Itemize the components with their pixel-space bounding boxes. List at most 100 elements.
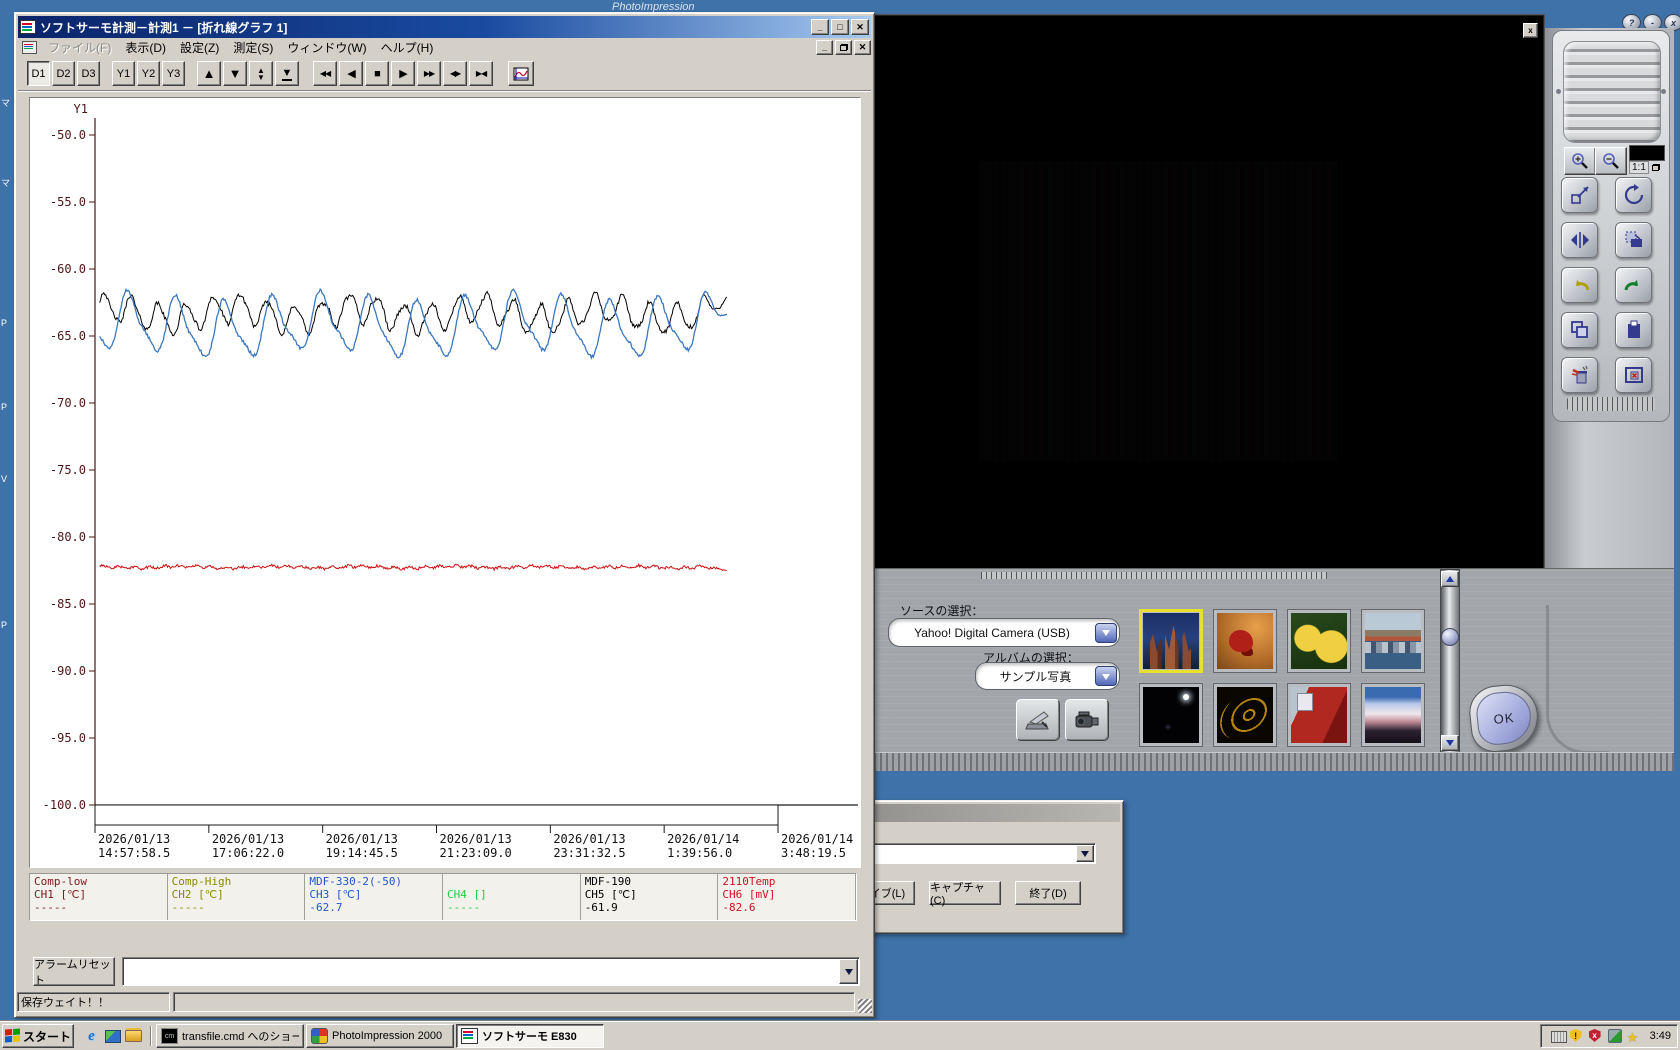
thumbnail-desert-spires[interactable] <box>1139 609 1203 673</box>
toolbar-y2-button[interactable]: Y2 <box>137 61 160 86</box>
album-select-combo[interactable]: サンプル写真 <box>975 662 1120 690</box>
desktop-icon-fragment[interactable]: P <box>1 402 13 412</box>
ratio-1-1-label[interactable]: 1:1 <box>1629 161 1649 174</box>
up-arrow-button[interactable]: ▲ <box>197 61 221 86</box>
resize-button[interactable] <box>1561 177 1598 213</box>
album-combo-arrow-icon[interactable] <box>1095 666 1117 686</box>
channel-value: ----- <box>447 901 576 914</box>
zoom-out-icon <box>1601 151 1621 171</box>
line-graph-view-button[interactable] <box>508 61 534 86</box>
maximize-button[interactable]: □ <box>831 19 849 35</box>
folder-icon[interactable] <box>125 1028 142 1044</box>
undo-button[interactable] <box>1561 267 1598 303</box>
toolbar-y3-button[interactable]: Y3 <box>162 61 185 86</box>
thumbnail-harbor-village[interactable] <box>1361 609 1425 673</box>
crop-selection-button[interactable] <box>1615 222 1652 258</box>
child-close-button[interactable]: ✕ <box>854 40 871 55</box>
expand-range-button[interactable]: ◀▶ <box>443 61 467 86</box>
thumbnail-night-sky[interactable] <box>1139 683 1203 747</box>
y-tick-label: -50.0 <box>50 128 86 142</box>
child-minimize-button[interactable]: _ <box>816 40 833 55</box>
desktop-icon-fragment[interactable]: マ <box>1 176 13 189</box>
thumbnail-cardinal-bird[interactable] <box>1213 609 1277 673</box>
desktop-icon-fragment[interactable]: P <box>1 318 13 328</box>
exit-button[interactable]: 終了(D) <box>1015 881 1081 905</box>
toolbar-y1-button[interactable]: Y1 <box>112 61 135 86</box>
redo-button[interactable] <box>1615 267 1652 303</box>
alarm-combo[interactable] <box>122 957 860 986</box>
scanner-acquire-button[interactable] <box>1016 699 1060 741</box>
measurement-titlebar[interactable]: ソフトサーモ計測－計測1 － [折れ線グラフ 1] _ □ ✕ <box>18 16 871 38</box>
clipboard-button[interactable] <box>1615 312 1652 348</box>
thumbnail-sunset-clouds[interactable] <box>1361 683 1425 747</box>
scroll-knob[interactable] <box>1441 628 1459 646</box>
child-system-icon[interactable] <box>22 41 37 54</box>
thumbnail-ship-flag[interactable] <box>1287 683 1351 747</box>
ok-button[interactable]: OK <box>1467 682 1542 755</box>
shield-warning-icon[interactable]: ! <box>1570 1029 1585 1043</box>
desktop-icon-fragment[interactable]: V <box>1 474 13 484</box>
task-button-2[interactable]: ソフトサーモ E830 <box>456 1024 604 1048</box>
scroll-down-icon[interactable] <box>1441 735 1459 751</box>
camera-preview-area: x <box>828 14 1545 570</box>
step-back-button[interactable]: ◀ <box>339 61 363 86</box>
resize-grip[interactable] <box>858 999 872 1013</box>
frame-close-button[interactable] <box>1615 357 1652 393</box>
delete-button[interactable] <box>1561 357 1598 393</box>
mail-icon[interactable] <box>104 1028 121 1044</box>
legend-channel-1: Comp-lowCH1 [℃]----- <box>30 874 168 920</box>
copy-button[interactable] <box>1561 312 1598 348</box>
toolbar-d2-button[interactable]: D2 <box>52 61 75 86</box>
ie-icon[interactable]: e <box>83 1028 100 1044</box>
start-button[interactable]: スタート <box>2 1024 74 1048</box>
rotate-button[interactable] <box>1615 177 1652 213</box>
menu-item-5[interactable]: ヘルプ(H) <box>374 37 441 58</box>
task-button-1[interactable]: PhotoImpression 2000 <box>306 1024 454 1048</box>
time-range-box[interactable] <box>95 805 778 825</box>
up-down-arrows-button[interactable]: ▲▼ <box>249 61 273 86</box>
capture-combo-arrow-icon[interactable] <box>1076 845 1094 862</box>
alarm-reset-button[interactable]: アラームリセット <box>33 957 115 986</box>
menu-item-1[interactable]: 表示(D) <box>118 37 173 58</box>
keyboard-icon[interactable] <box>1551 1029 1566 1043</box>
zoom-in-button[interactable] <box>1564 147 1596 175</box>
camcorder-acquire-button[interactable] <box>1065 699 1109 741</box>
channel-id: CH5 [℃] <box>585 888 714 901</box>
thumbnail-yellow-flowers[interactable] <box>1287 609 1351 673</box>
alarm-combo-arrow-icon[interactable] <box>839 959 858 984</box>
rewind-button[interactable]: ◀◀ <box>313 61 337 86</box>
menu-item-3[interactable]: 測定(S) <box>226 37 280 58</box>
toolbar-d3-button[interactable]: D3 <box>77 61 100 86</box>
toolbar-d1-button[interactable]: D1 <box>27 61 50 86</box>
fit-window-icon[interactable] <box>1652 164 1660 171</box>
close-button[interactable]: ✕ <box>851 19 869 35</box>
thumbnail-light-spiral[interactable] <box>1213 683 1277 747</box>
zoom-out-button[interactable] <box>1595 147 1627 175</box>
source-select-label: ソースの選択： <box>900 602 983 619</box>
collapse-range-button[interactable]: ▶◀ <box>469 61 493 86</box>
capture-button[interactable]: キャプチャ(C) <box>929 881 1001 905</box>
softthermo-icon <box>461 1028 478 1044</box>
preview-close-icon[interactable]: x <box>1523 23 1538 38</box>
flip-horizontal-button[interactable] <box>1561 222 1598 258</box>
ok-button-label: OK <box>1493 709 1515 726</box>
child-restore-button[interactable] <box>835 40 852 55</box>
fast-forward-button[interactable]: ▶▶ <box>417 61 441 86</box>
menu-item-4[interactable]: ウィンドウ(W) <box>280 37 373 58</box>
down-arrow-button[interactable]: ▼ <box>223 61 247 86</box>
desktop-icon-fragment[interactable]: マ <box>1 96 13 109</box>
source-select-combo[interactable]: Yahoo! Digital Camera (USB) <box>888 618 1120 647</box>
play-button[interactable]: ▶ <box>391 61 415 86</box>
scroll-up-icon[interactable] <box>1441 571 1459 587</box>
thumbnail-scrollbar[interactable] <box>1440 569 1460 753</box>
update-icon[interactable] <box>1608 1029 1623 1043</box>
source-combo-arrow-icon[interactable] <box>1095 623 1117 643</box>
star-icon[interactable]: ★ <box>1627 1029 1642 1043</box>
task-button-0[interactable]: cmtransfile.cmd へのショート... <box>156 1024 304 1048</box>
down-to-line-button[interactable]: ▼ <box>275 61 299 86</box>
stop-button[interactable]: ■ <box>365 61 389 86</box>
minimize-button[interactable]: _ <box>811 19 829 35</box>
desktop-icon-fragment[interactable]: P <box>1 620 13 630</box>
shield-error-icon[interactable]: x <box>1589 1029 1604 1043</box>
menu-item-2[interactable]: 設定(Z) <box>173 37 226 58</box>
